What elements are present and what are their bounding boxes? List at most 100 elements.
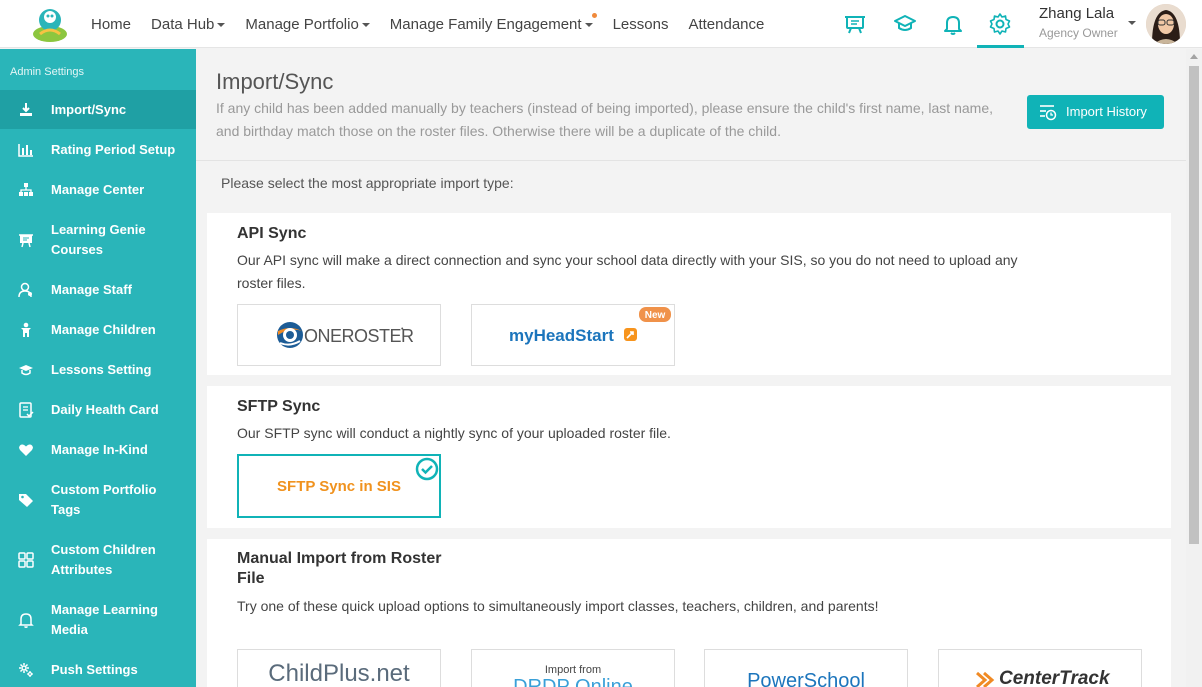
health-card-icon	[19, 402, 34, 418]
manual-import-title: Manual Import from Roster File	[237, 550, 442, 587]
select-prompt: Please select the most appropriate impor…	[221, 175, 514, 191]
sidebar-item-manage-children[interactable]: Manage Children	[0, 310, 196, 350]
avatar[interactable]	[1146, 4, 1186, 44]
sftp-sync-description: Our SFTP sync will conduct a nightly syn…	[237, 425, 671, 441]
user-name[interactable]: Zhang Lala	[1039, 5, 1114, 22]
nav-family-engagement-label: Manage Family Engagement	[389, 15, 582, 33]
oneroster-logo-text: ONEROSTER	[304, 326, 414, 346]
import-icon	[20, 102, 32, 116]
api-sync-title: API Sync	[237, 225, 307, 242]
sidebar-title: Admin Settings	[10, 66, 84, 78]
nav-attendance[interactable]: Attendance	[688, 16, 764, 33]
nav-manage-family-engagement[interactable]: Manage Family Engagement	[389, 12, 597, 33]
sidebar-item-manage-center[interactable]: Manage Center	[0, 170, 196, 210]
sftp-sync-in-sis-option[interactable]: SFTP Sync in SIS	[237, 454, 441, 518]
sidebar-item-push-settings[interactable]: Push Settings	[0, 650, 196, 687]
user-role: Agency Owner	[1039, 26, 1118, 40]
nav-manage-portfolio[interactable]: Manage Portfolio	[245, 16, 370, 33]
page-header: Import/Sync If any child has been added …	[196, 49, 1186, 161]
sidebar-item-label: Daily Health Card	[51, 402, 159, 417]
bell-icon[interactable]	[941, 12, 965, 36]
centertrack-logo: CenterTrack	[999, 668, 1110, 687]
sidebar-item-lessons-setting[interactable]: Lessons Setting	[0, 350, 196, 390]
graduation-cap-icon	[19, 365, 33, 376]
drdp-logo: DRDP Online	[513, 676, 633, 687]
scrollbar-thumb[interactable]	[1189, 66, 1199, 544]
sidebar-item-rating-period[interactable]: Rating Period Setup	[0, 130, 196, 170]
import-history-label: Import History	[1066, 104, 1147, 119]
sidebar-item-manage-learning-media[interactable]: Manage Learning Media	[0, 590, 196, 650]
nav-home-label: Home	[91, 15, 132, 33]
grid-icon	[18, 552, 34, 568]
manual-import-description: Try one of these quick upload options to…	[237, 598, 879, 614]
page-title: Import/Sync	[216, 69, 334, 94]
sidebar-item-label: Push Settings	[51, 662, 138, 677]
nav-home[interactable]: Home	[91, 16, 131, 33]
api-sync-description: Our API sync will make a direct connecti…	[237, 252, 1018, 291]
gear-icon[interactable]	[988, 12, 1012, 36]
centertrack-mark-icon	[976, 671, 995, 687]
bar-chart-icon	[18, 144, 33, 157]
course-board-icon	[19, 234, 33, 248]
notification-dot	[591, 12, 597, 18]
sidebar-item-label: Rating Period Setup	[51, 142, 176, 157]
sidebar-item-daily-health-card[interactable]: Daily Health Card	[0, 390, 196, 430]
tag-icon	[19, 494, 33, 507]
top-navbar: Home Data Hub Manage Portfolio Manage Fa…	[0, 0, 1202, 48]
sidebar-item-custom-portfolio-tags[interactable]: Custom Portfolio Tags	[0, 470, 196, 530]
nav-lessons[interactable]: Lessons	[613, 16, 669, 33]
sidebar-item-manage-staff[interactable]: Manage Staff	[0, 270, 196, 310]
manual-import-card: Manual Import from Roster File Try one o…	[207, 539, 1171, 687]
myheadstart-logo: myHeadStart New	[509, 307, 671, 345]
bell-icon	[18, 613, 34, 628]
nav-lessons-label: Lessons	[612, 15, 669, 33]
sidebar-item-label: Manage Staff	[51, 282, 132, 297]
org-chart-icon	[19, 183, 33, 196]
powerschool-logo: PowerSchool	[747, 670, 865, 687]
childplus-option[interactable]: ChildPlus.net	[237, 649, 441, 687]
drdp-online-option[interactable]: Import from DRDP Online	[471, 649, 675, 687]
graduation-cap-icon[interactable]	[893, 12, 917, 36]
myheadstart-option[interactable]: myHeadStart New	[471, 304, 675, 366]
myheadstart-logo-text: myHeadStart	[509, 326, 614, 345]
sidebar-item-manage-in-kind[interactable]: Manage In-Kind	[0, 430, 196, 470]
scroll-up-arrow-icon[interactable]	[1190, 54, 1198, 59]
new-badge-text: New	[645, 310, 666, 321]
oneroster-option[interactable]: ONEROSTER •	[237, 304, 441, 366]
main-menu: Home Data Hub Manage Portfolio Manage Fa…	[91, 0, 784, 48]
presentation-board-icon[interactable]	[843, 12, 867, 36]
staff-icon	[18, 282, 32, 298]
history-icon	[1040, 105, 1057, 121]
import-history-button[interactable]: Import History	[1027, 95, 1164, 129]
user-menu-caret-icon[interactable]	[1128, 21, 1136, 25]
sidebar-item-label: Lessons Setting	[51, 362, 152, 377]
sidebar-item-import-sync[interactable]: Import/Sync	[0, 90, 196, 129]
nav-data-hub-label: Data Hub	[151, 15, 215, 33]
learning-genie-logo[interactable]	[30, 4, 70, 44]
drdp-sub-label: Import from	[544, 664, 602, 676]
childplus-logo: ChildPlus.net	[268, 660, 410, 687]
sidebar-item-label: Custom Children Attributes	[51, 542, 156, 577]
page-description: If any child has been added manually by …	[216, 100, 993, 139]
sftp-sync-card: SFTP Sync Our SFTP sync will conduct a n…	[207, 386, 1171, 528]
centertrack-option[interactable]: CenterTrack	[938, 649, 1142, 687]
sftp-sync-title: SFTP Sync	[237, 398, 321, 415]
powerschool-option[interactable]: PowerSchool	[704, 649, 908, 687]
sidebar-item-label: Learning Genie Courses	[51, 222, 146, 257]
nav-data-hub[interactable]: Data Hub	[151, 15, 226, 33]
admin-sidebar: Admin Settings Import/Sync Rating Period…	[0, 49, 196, 687]
sidebar-item-label: Manage Center	[51, 182, 145, 197]
sidebar-item-label: Manage In-Kind	[51, 442, 148, 457]
sidebar-item-learning-genie-courses[interactable]: Learning Genie Courses	[0, 210, 196, 270]
caret-down-icon	[584, 22, 593, 27]
oneroster-logo: ONEROSTER •	[277, 322, 415, 348]
caret-down-icon	[217, 22, 226, 27]
nav-attendance-label: Attendance	[688, 15, 765, 33]
page-scrollbar[interactable]	[1186, 49, 1202, 687]
api-sync-card: API Sync Our API sync will make a direct…	[207, 213, 1171, 375]
sidebar-item-label: Custom Portfolio Tags	[51, 482, 157, 517]
selected-check-icon	[415, 457, 439, 481]
sidebar-item-label: Manage Children	[51, 322, 156, 337]
heart-icon	[19, 444, 33, 456]
sidebar-item-custom-children-attributes[interactable]: Custom Children Attributes	[0, 530, 196, 590]
